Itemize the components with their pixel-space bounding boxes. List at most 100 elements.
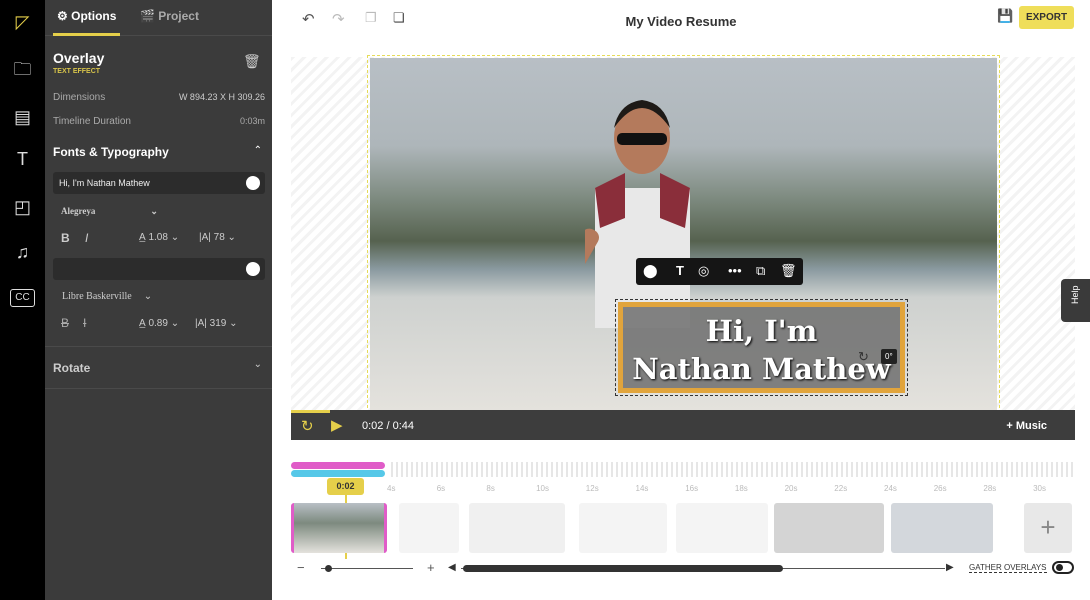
duration-label: Timeline Duration: [53, 116, 131, 127]
text-icon[interactable]: T: [10, 147, 35, 172]
overlay-type: TEXT EFFECT: [53, 68, 101, 75]
clip-2[interactable]: [399, 503, 459, 553]
playback-progress[interactable]: [291, 410, 331, 413]
tab-project[interactable]: 🎬 Project: [140, 9, 199, 23]
timeline-tick: 14s: [635, 484, 649, 493]
gather-overlays-toggle[interactable]: [1052, 561, 1074, 574]
rotate-section[interactable]: Rotate ⌄: [45, 346, 272, 389]
timeline-tick: 20s: [784, 484, 798, 493]
collapse-chevron-icon[interactable]: ⌃: [254, 145, 262, 156]
timeline-tick: 24s: [884, 484, 897, 493]
options-panel: ⚙ Options 🎬 Project Overlay TEXT EFFECT …: [45, 0, 272, 600]
gather-overlays-label: GATHER OVERLAYS: [969, 563, 1047, 573]
font-size-select-2[interactable]: |A| 319 ⌄: [195, 318, 238, 329]
toggle-knob[interactable]: [246, 262, 260, 276]
dimensions-label: Dimensions: [53, 92, 106, 103]
overlay-track[interactable]: [291, 462, 385, 469]
track-waveform: [391, 462, 1075, 477]
time-display: 0:02 / 0:44: [362, 420, 415, 432]
effects-icon[interactable]: ◎: [698, 263, 709, 279]
playhead-label[interactable]: 0:02: [327, 478, 364, 495]
font-size-select-1[interactable]: |A| 78 ⌄: [199, 232, 236, 243]
text-input-2[interactable]: [53, 258, 265, 280]
timeline-tick: 28s: [983, 484, 997, 493]
logo-icon[interactable]: ◸: [10, 10, 35, 35]
replay-icon[interactable]: ↻: [301, 417, 314, 435]
italic-disabled-button[interactable]: I: [83, 316, 86, 330]
save-icon[interactable]: 💾: [997, 8, 1013, 24]
toggle-knob[interactable]: [246, 176, 260, 190]
clip-6[interactable]: [774, 503, 884, 553]
scroll-right-icon[interactable]: ▶: [946, 562, 954, 573]
upload-folder-icon[interactable]: 🗀: [10, 57, 35, 82]
color-icon[interactable]: ⬤: [643, 263, 658, 279]
help-button[interactable]: Help: [1061, 279, 1090, 322]
clip-4[interactable]: [579, 503, 667, 553]
zoom-out-button[interactable]: −: [297, 560, 305, 575]
music-icon[interactable]: ♫: [10, 240, 35, 265]
media-library-icon[interactable]: ▤: [10, 105, 35, 130]
video-preview[interactable]: ⬤ T ◎ ••• ⧉ 🗑 Hi, I'm Nathan Mathew: [367, 55, 1000, 413]
export-button[interactable]: EXPORT: [1019, 6, 1074, 29]
timeline-tick: 22s: [834, 484, 848, 493]
zoom-slider[interactable]: [321, 565, 413, 572]
scrollbar-thumb[interactable]: [463, 565, 783, 572]
shapes-icon[interactable]: ◰: [10, 195, 35, 220]
timeline-tick: 16s: [685, 484, 699, 493]
duration-value: 0:03m: [239, 116, 265, 126]
font-select-1[interactable]: Alegreya ⌄: [61, 206, 158, 217]
clip-7[interactable]: [891, 503, 993, 553]
text-overlay[interactable]: Hi, I'm Nathan Mathew: [615, 299, 908, 396]
overlay-title: Overlay: [53, 50, 105, 66]
more-icon[interactable]: •••: [728, 263, 742, 278]
dimensions-value: W 894.23 X H 309.26: [178, 92, 265, 102]
clip-3[interactable]: [469, 503, 565, 553]
timeline-tick: 8s: [486, 484, 495, 493]
bold-disabled-button[interactable]: B: [61, 316, 69, 330]
trash-icon[interactable]: 🗑: [780, 263, 797, 279]
duplicate-icon[interactable]: ⧉: [756, 263, 765, 279]
timeline-tick: 10s: [536, 484, 549, 493]
play-icon[interactable]: ▶: [331, 416, 343, 434]
timeline-tick: 12s: [585, 484, 599, 493]
overlay-toolbar: ⬤ T ◎ ••• ⧉ 🗑: [636, 258, 803, 285]
project-title: My Video Resume: [625, 14, 737, 29]
add-music-button[interactable]: + Music: [1006, 420, 1047, 432]
bold-button[interactable]: B: [61, 231, 70, 245]
line-height-select-1[interactable]: A̲ 1.08 ⌄: [139, 232, 179, 243]
captions-icon[interactable]: CC: [10, 289, 35, 307]
horizontal-scrollbar[interactable]: [461, 565, 945, 572]
text-style-icon[interactable]: T: [676, 263, 684, 278]
text-input-1[interactable]: Hi, I'm Nathan Mathew: [53, 172, 265, 194]
tab-options[interactable]: ⚙ Options: [57, 9, 116, 23]
chevron-down-icon: ⌄: [150, 206, 158, 216]
add-clip-button[interactable]: +: [1024, 503, 1072, 553]
line-height-select-2[interactable]: A̲ 0.89 ⌄: [139, 318, 179, 329]
timeline-tick: 6s: [436, 484, 446, 493]
editor: ↶ ↷ ❐ ❏ My Video Resume 💾 EXPORT ⬤ T ◎ •…: [272, 0, 1090, 600]
options-icon: ⚙: [57, 9, 68, 23]
audio-track[interactable]: [291, 470, 385, 477]
chevron-down-icon: ⌄: [143, 291, 153, 302]
font-select-2[interactable]: Libre Baskerville ⌄: [62, 291, 152, 302]
italic-button[interactable]: I: [85, 231, 88, 245]
expand-chevron-icon: ⌄: [253, 359, 262, 370]
delete-icon[interactable]: 🗑: [243, 53, 261, 70]
clip-5[interactable]: [676, 503, 768, 553]
person-image: [585, 100, 690, 328]
timeline-tick: 4s: [387, 484, 396, 493]
clip-1[interactable]: [291, 503, 387, 553]
left-rail: ◸ 🗀 ▤ T ◰ ♫ CC: [0, 0, 45, 600]
fonts-heading: Fonts & Typography: [53, 145, 169, 159]
active-tab-indicator: [53, 33, 120, 36]
timeline-tick: 26s: [933, 484, 947, 493]
rotate-handle-icon[interactable]: ↻: [858, 349, 869, 365]
zoom-in-button[interactable]: +: [427, 560, 435, 575]
clapper-icon: 🎬: [140, 9, 155, 23]
timeline-tick: 30s: [1033, 484, 1046, 493]
timeline-tick: 18s: [734, 484, 748, 493]
scroll-left-icon[interactable]: ◀: [448, 562, 456, 573]
rotation-badge: 0°: [881, 349, 897, 364]
player-bar: ↻ ▶ 0:02 / 0:44 + Music: [291, 410, 1075, 440]
canvas-stage: ⬤ T ◎ ••• ⧉ 🗑 Hi, I'm Nathan Mathew ↻ 0°: [291, 55, 1075, 413]
